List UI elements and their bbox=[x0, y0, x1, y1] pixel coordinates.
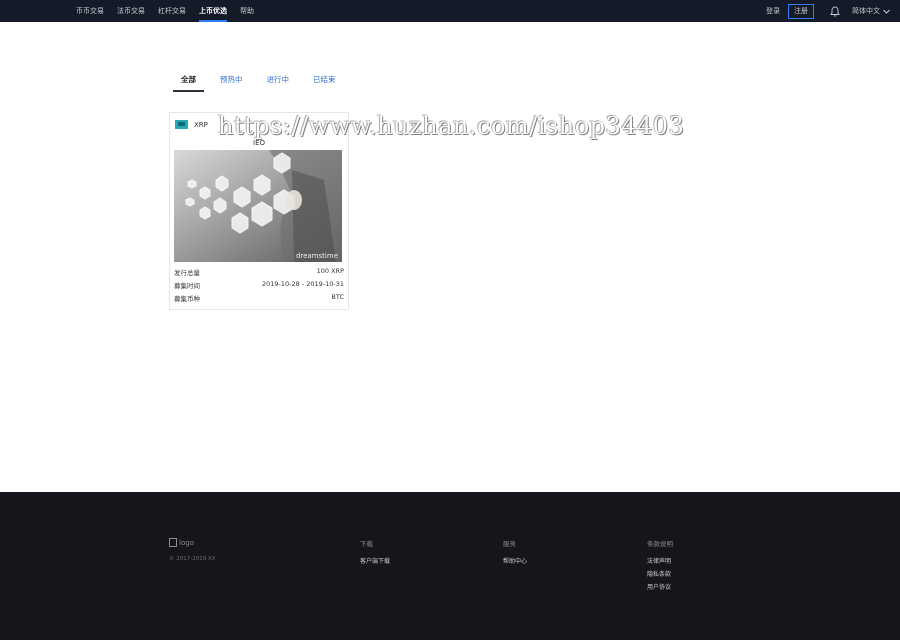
status-tabs: 全部 预热中 进行中 已结束 bbox=[173, 72, 352, 92]
nav-right: 登录 注册 简体中文 bbox=[766, 0, 890, 22]
language-label: 简体中文 bbox=[852, 7, 880, 15]
chevron-down-icon bbox=[883, 9, 890, 14]
footer-col-title: 服务 bbox=[503, 540, 516, 548]
footer-link-user-agreement[interactable]: 用户协议 bbox=[647, 582, 673, 591]
image-watermark: dreamstime bbox=[295, 252, 338, 260]
footer-col-download: 下载 客户端下载 bbox=[360, 538, 390, 569]
footer-col-terms: 条款说明 法律声明 隐私条款 用户协议 bbox=[647, 538, 673, 595]
project-type: IEO bbox=[253, 139, 265, 147]
info-label: 募集时间 bbox=[174, 282, 200, 290]
info-row-supply: 发行总量 100 XRP bbox=[174, 267, 344, 277]
footer: logo © 2017-2019 XX 下载 客户端下载 服务 帮助中心 条款说… bbox=[0, 492, 900, 640]
tab-ongoing[interactable]: 进行中 bbox=[259, 72, 298, 92]
info-row-currency: 募集币种 BTC bbox=[174, 293, 344, 303]
logo-icon bbox=[169, 538, 177, 547]
copyright: © 2017-2019 XX bbox=[169, 556, 216, 562]
info-label: 募集币种 bbox=[174, 295, 200, 303]
info-value: BTC bbox=[331, 293, 344, 301]
tab-all[interactable]: 全部 bbox=[173, 72, 204, 92]
footer-col-title: 条款说明 bbox=[647, 540, 673, 548]
nav-link-margin[interactable]: 杠杆交易 bbox=[158, 0, 186, 22]
top-nav: 币币交易 法币交易 杠杆交易 上币优选 帮助 登录 注册 简体中文 bbox=[0, 0, 900, 22]
footer-col-title: 下载 bbox=[360, 540, 373, 548]
tab-ended[interactable]: 已结束 bbox=[305, 72, 344, 92]
register-button[interactable]: 注册 bbox=[788, 3, 814, 19]
nav-link-spot[interactable]: 币币交易 bbox=[76, 0, 104, 22]
logo-text: logo bbox=[179, 538, 194, 547]
footer-link-privacy[interactable]: 隐私条款 bbox=[647, 569, 673, 578]
footer-col-service: 服务 帮助中心 bbox=[503, 538, 527, 569]
project-card[interactable]: XRP IEO dreamstime 发行总量 100 XRP 募集时间 201… bbox=[169, 112, 349, 310]
info-value: 2019-10-28 - 2019-10-31 bbox=[261, 280, 344, 288]
nav-link-help[interactable]: 帮助 bbox=[240, 0, 254, 22]
coin-name: XRP bbox=[194, 120, 208, 129]
footer-logo[interactable]: logo bbox=[169, 538, 194, 547]
info-row-period: 募集时间 2019-10-28 - 2019-10-31 bbox=[174, 280, 344, 290]
footer-link-legal[interactable]: 法律声明 bbox=[647, 556, 673, 565]
info-label: 发行总量 bbox=[174, 269, 200, 277]
tab-upcoming[interactable]: 预热中 bbox=[212, 72, 251, 92]
card-header: XRP bbox=[175, 120, 208, 129]
footer-link-client-download[interactable]: 客户端下载 bbox=[360, 556, 390, 565]
language-selector[interactable]: 简体中文 bbox=[852, 6, 890, 16]
bell-icon[interactable] bbox=[830, 6, 840, 17]
login-link[interactable]: 登录 bbox=[766, 6, 780, 16]
nav-links: 币币交易 法币交易 杠杆交易 上币优选 帮助 bbox=[76, 0, 267, 22]
hexagon-illustration bbox=[174, 150, 342, 262]
info-value: 100 XRP bbox=[316, 267, 344, 275]
coin-logo-icon bbox=[175, 120, 188, 129]
nav-link-fiat[interactable]: 法币交易 bbox=[117, 0, 145, 22]
project-image: dreamstime bbox=[174, 150, 342, 262]
footer-link-help-center[interactable]: 帮助中心 bbox=[503, 556, 527, 565]
nav-link-listing[interactable]: 上币优选 bbox=[199, 0, 227, 22]
